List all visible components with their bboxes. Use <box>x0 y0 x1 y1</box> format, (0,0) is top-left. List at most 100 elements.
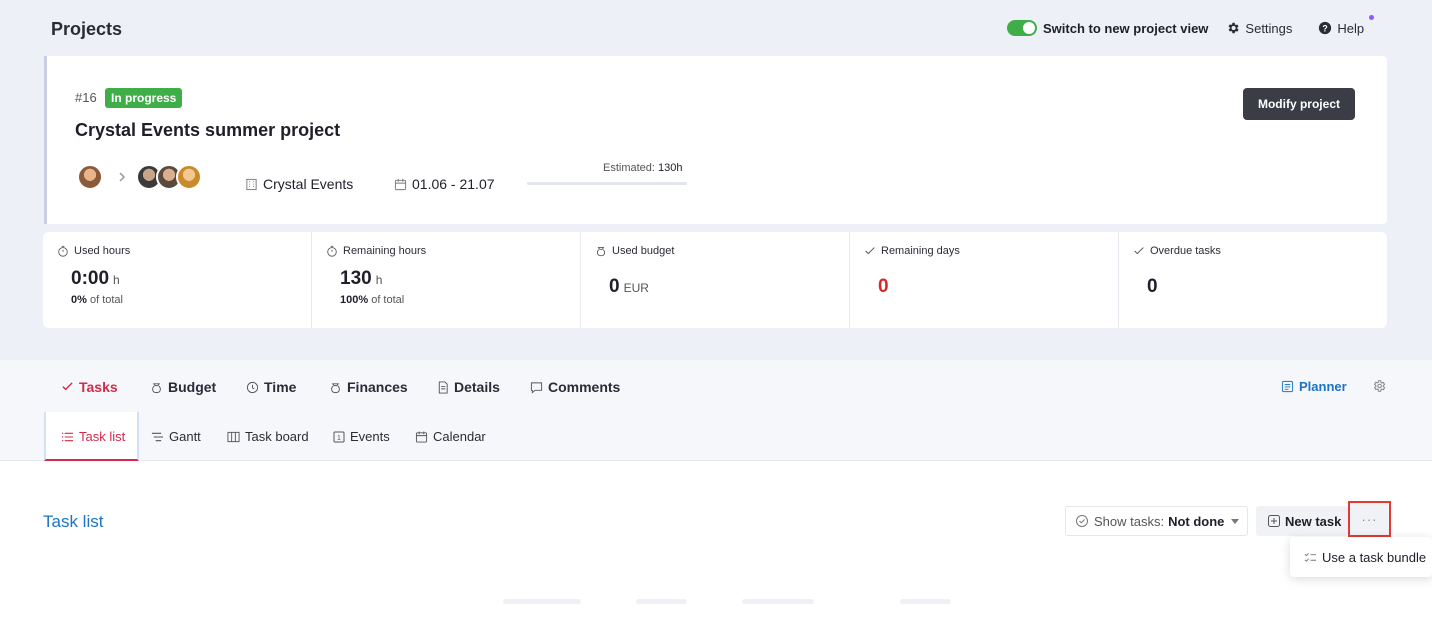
money-bag-icon <box>595 245 607 257</box>
new-task-button[interactable]: New task <box>1256 506 1348 536</box>
check-icon <box>1133 245 1145 257</box>
stat-sub-text: of total <box>371 294 405 306</box>
board-icon <box>227 431 240 443</box>
stat-label: Used budget <box>595 245 674 257</box>
estimated-value: 130h <box>658 162 683 174</box>
stat-used-budget: Used budget 0 EUR <box>581 232 850 328</box>
subtab-calendar[interactable]: Calendar <box>415 429 486 444</box>
gantt-icon <box>151 431 164 443</box>
project-name: Crystal Events summer project <box>75 120 341 140</box>
member-avatar[interactable] <box>176 164 202 190</box>
loading-skeleton <box>636 599 687 604</box>
tab-time[interactable]: Time <box>246 379 296 395</box>
stat-remaining-days: Remaining days 0 <box>850 232 1119 328</box>
subtab-events[interactable]: 1 Events <box>333 429 390 444</box>
stat-sub: 0% of total <box>71 294 123 306</box>
stat-value: 130 h <box>340 268 382 290</box>
task-view-subtabs: Task list Gantt Task board 1 Events Cale… <box>0 412 1432 461</box>
chevron-right-icon <box>118 170 126 188</box>
modify-project-button[interactable]: Modify project <box>1242 88 1355 120</box>
stopwatch-icon <box>57 245 69 257</box>
event-icon: 1 <box>333 431 345 443</box>
loading-skeleton <box>503 599 581 604</box>
stat-label: Overdue tasks <box>1133 245 1221 257</box>
loading-skeleton <box>900 599 951 604</box>
stat-label: Remaining hours <box>326 245 426 257</box>
stat-number: 130 <box>340 268 372 289</box>
clock-icon <box>246 381 259 394</box>
check-icon <box>864 245 876 257</box>
help-button[interactable]: ? Help <box>1318 14 1375 36</box>
estimated-hours: Estimated: 130h <box>603 162 683 174</box>
tab-tasks[interactable]: Tasks <box>61 379 118 395</box>
stat-sub-value: 100% <box>340 294 369 306</box>
stats-row: Used hours 0:00 h 0% of total Remaining h… <box>43 232 1387 328</box>
settings-button[interactable]: Settings <box>1226 21 1292 36</box>
building-icon <box>245 178 258 191</box>
stat-overdue-tasks: Overdue tasks 0 <box>1119 232 1387 328</box>
stat-value: 0 <box>1147 276 1158 297</box>
tab-finances[interactable]: Finances <box>329 379 408 395</box>
switch-label[interactable]: Switch to new project view <box>1043 21 1208 36</box>
subtab-label: Calendar <box>433 429 486 444</box>
tab-label: Comments <box>548 379 621 395</box>
owner-avatar[interactable] <box>77 164 103 190</box>
show-tasks-filter[interactable]: Show tasks: Not done <box>1065 506 1248 536</box>
subtab-task-list[interactable]: Task list <box>61 429 125 444</box>
client-info: Crystal Events <box>245 176 353 192</box>
stat-label-text: Remaining days <box>881 245 960 257</box>
hours-progress-bar <box>527 182 687 185</box>
subtab-label: Gantt <box>169 429 201 444</box>
stat-unit: h <box>375 273 383 287</box>
filter-label: Show tasks: <box>1094 513 1165 529</box>
stopwatch-icon <box>326 245 338 257</box>
project-card: #16 In progress Crystal Events summer pr… <box>44 56 1387 224</box>
tab-settings-gear-icon[interactable] <box>1372 379 1386 398</box>
chevron-down-icon <box>1231 519 1239 524</box>
more-options-menu: Use a task bundle <box>1290 537 1432 577</box>
tab-budget[interactable]: Budget <box>150 379 216 395</box>
stat-value: 0 <box>878 276 889 297</box>
stat-label-text: Overdue tasks <box>1150 245 1221 257</box>
more-options-button[interactable]: ··· <box>1348 501 1391 537</box>
stat-sub-value: 0% <box>71 294 87 306</box>
new-view-toggle[interactable] <box>1007 20 1037 36</box>
stat-label-text: Used budget <box>612 245 675 257</box>
tab-comments[interactable]: Comments <box>530 379 620 395</box>
filter-value: Not done <box>1168 513 1225 529</box>
project-tabs: Tasks Budget Time Finances Details Comme… <box>0 360 1432 412</box>
question-circle-icon: ? <box>1318 21 1332 35</box>
subtab-task-board[interactable]: Task board <box>227 429 309 444</box>
planner-link[interactable]: Planner <box>1281 379 1347 394</box>
stat-label: Remaining days <box>864 245 960 257</box>
help-label: Help <box>1337 20 1365 36</box>
calendar-icon <box>415 430 428 443</box>
menu-item-use-task-bundle[interactable]: Use a task bundle <box>1322 550 1426 565</box>
tab-label: Budget <box>168 379 217 395</box>
check-circle-icon <box>1075 514 1089 528</box>
task-bundle-icon <box>1304 551 1317 563</box>
task-list-title: Task list <box>43 512 104 531</box>
date-range: 01.06 - 21.07 <box>412 176 495 192</box>
tab-label: Finances <box>347 379 408 395</box>
settings-label: Settings <box>1245 20 1293 36</box>
stat-unit: EUR <box>623 281 649 295</box>
stat-sub-text: of total <box>89 294 123 306</box>
tab-details[interactable]: Details <box>437 379 500 395</box>
project-id: #16 <box>75 90 97 105</box>
stat-value: 0:00 h <box>71 268 120 290</box>
money-bag-icon <box>329 381 342 394</box>
plus-square-icon <box>1268 515 1280 527</box>
planner-icon <box>1281 380 1294 393</box>
gear-icon <box>1226 21 1240 35</box>
calendar-icon <box>394 178 407 191</box>
client-name: Crystal Events <box>263 176 354 192</box>
stat-remaining-hours: Remaining hours 130 h 100% of total <box>312 232 581 328</box>
subtab-gantt[interactable]: Gantt <box>151 429 201 444</box>
top-actions: Switch to new project view Settings ? He… <box>1007 14 1375 36</box>
svg-text:?: ? <box>1323 24 1328 34</box>
stat-number: 0 <box>609 276 620 297</box>
status-badge: In progress <box>105 88 183 108</box>
stat-label-text: Used hours <box>74 245 131 257</box>
planner-label: Planner <box>1299 379 1347 394</box>
